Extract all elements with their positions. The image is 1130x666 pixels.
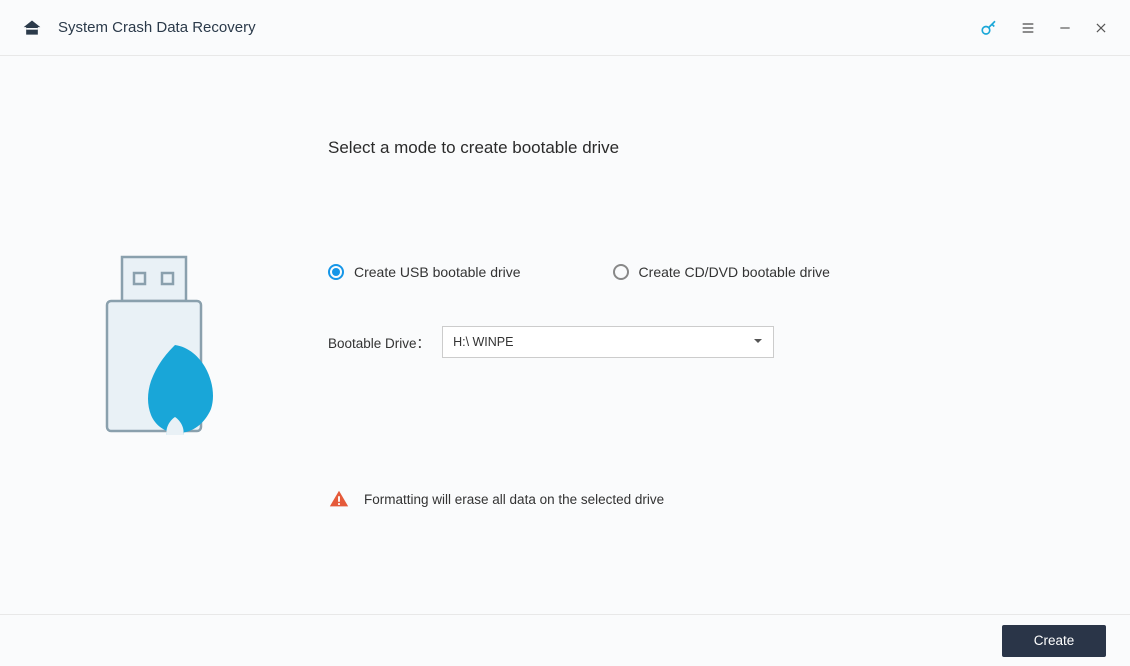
warning-triangle-icon (328, 488, 350, 510)
illustration-panel (8, 56, 308, 614)
chevron-down-icon (753, 336, 763, 349)
drive-row: Bootable Drive： H:\ WINPE (328, 326, 1130, 358)
app-title: System Crash Data Recovery (58, 19, 256, 36)
minimize-icon[interactable] (1058, 21, 1072, 35)
main-heading: Select a mode to create bootable drive (328, 138, 1130, 158)
content: Select a mode to create bootable drive C… (0, 56, 1130, 614)
bootable-drive-select[interactable]: H:\ WINPE (442, 326, 774, 358)
warning-text: Formatting will erase all data on the se… (364, 492, 664, 507)
radio-cddvd-bootable[interactable]: Create CD/DVD bootable drive (613, 264, 830, 280)
radio-label: Create USB bootable drive (354, 264, 521, 280)
create-button[interactable]: Create (1002, 625, 1106, 657)
drive-select-value: H:\ WINPE (453, 335, 513, 349)
menu-icon[interactable] (1020, 20, 1036, 36)
radio-icon (328, 264, 344, 280)
close-icon[interactable] (1094, 21, 1108, 35)
titlebar: System Crash Data Recovery (0, 0, 1130, 56)
home-icon[interactable] (22, 18, 42, 38)
radio-label: Create CD/DVD bootable drive (639, 264, 830, 280)
footer: Create (0, 614, 1130, 666)
bootable-drive-label: Bootable Drive： (328, 332, 430, 352)
radio-row: Create USB bootable drive Create CD/DVD … (328, 264, 1130, 280)
radio-icon (613, 264, 629, 280)
radio-usb-bootable[interactable]: Create USB bootable drive (328, 264, 521, 280)
main-panel: Select a mode to create bootable drive C… (308, 56, 1130, 614)
key-icon[interactable] (980, 19, 998, 37)
usb-flame-icon (93, 253, 223, 458)
titlebar-left: System Crash Data Recovery (22, 18, 256, 38)
warning-row: Formatting will erase all data on the se… (328, 488, 1130, 510)
titlebar-right (980, 19, 1108, 37)
